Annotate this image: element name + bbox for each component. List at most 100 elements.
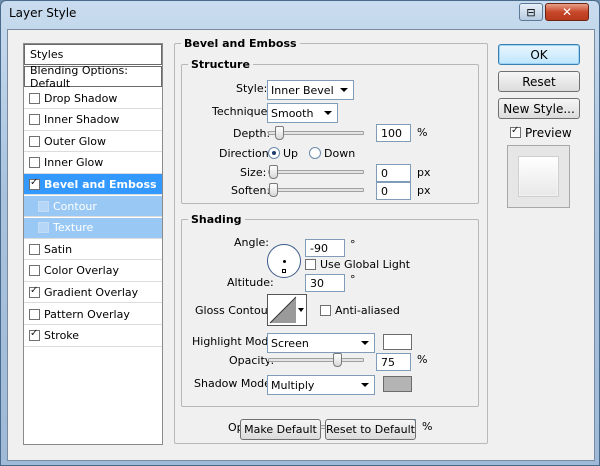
- make-default-button[interactable]: Make Default: [240, 419, 321, 440]
- style-item-texture[interactable]: Texture: [24, 217, 162, 239]
- style-item-checkbox[interactable]: [29, 177, 40, 190]
- style-item-label: Drop Shadow: [44, 91, 118, 105]
- preview-label[interactable]: Preview: [525, 126, 572, 140]
- style-item-checkbox[interactable]: [29, 135, 40, 147]
- style-item-stroke[interactable]: Stroke: [24, 326, 162, 347]
- title-bar[interactable]: Layer Style ⊟ ✕: [1, 1, 599, 25]
- style-item-pattern-overlay[interactable]: Pattern Overlay: [24, 304, 162, 325]
- style-item-checkbox[interactable]: [29, 285, 40, 298]
- style-preview: [507, 145, 570, 208]
- direction-down-label[interactable]: Down: [324, 147, 355, 160]
- style-item-bevel-and-emboss[interactable]: Bevel and Emboss: [24, 174, 162, 196]
- style-item-label: Color Overlay: [44, 264, 119, 278]
- highlight-mode-label: Highlight Mode:: [192, 335, 279, 348]
- angle-label: Angle:: [234, 236, 270, 249]
- styles-header[interactable]: Styles: [24, 44, 162, 65]
- soften-slider[interactable]: [268, 183, 364, 197]
- highlight-opacity-unit: %: [417, 353, 428, 366]
- style-item-checkbox[interactable]: [29, 157, 40, 169]
- style-select[interactable]: Inner Bevel: [267, 80, 354, 100]
- depth-label: Depth:: [233, 127, 271, 140]
- direction-up-radio[interactable]: [268, 147, 280, 159]
- preview-checkbox[interactable]: [510, 125, 521, 138]
- altitude-unit: °: [350, 273, 356, 286]
- style-item-label: Bevel and Emboss: [44, 177, 157, 191]
- chevron-down-icon: [361, 341, 369, 345]
- direction-up-label[interactable]: Up: [283, 147, 298, 160]
- style-select-value: Inner Bevel: [271, 84, 334, 97]
- soften-input[interactable]: 0: [376, 182, 411, 200]
- ok-button[interactable]: OK: [498, 44, 580, 65]
- altitude-value: 30: [310, 277, 324, 290]
- use-global-light-label[interactable]: Use Global Light: [320, 258, 410, 271]
- highlight-opacity-thumb[interactable]: [333, 353, 342, 367]
- help-button[interactable]: ⊟: [519, 3, 543, 21]
- size-slider-thumb[interactable]: [269, 165, 278, 179]
- style-item-checkbox[interactable]: [29, 308, 40, 320]
- depth-unit: %: [417, 126, 428, 139]
- window-title: Layer Style: [9, 6, 77, 20]
- style-item-checkbox[interactable]: [38, 222, 49, 234]
- gloss-contour-picker[interactable]: [267, 294, 307, 326]
- style-item-label: Satin: [44, 242, 73, 256]
- anti-aliased-checkbox[interactable]: [320, 305, 331, 316]
- technique-select[interactable]: Smooth: [267, 103, 338, 123]
- angle-input[interactable]: -90: [305, 239, 345, 257]
- direction-down-radio[interactable]: [309, 147, 321, 159]
- shadow-mode-select[interactable]: Multiply: [267, 375, 375, 395]
- bevel-emboss-title: Bevel and Emboss: [181, 37, 300, 50]
- reset-button[interactable]: Reset: [498, 71, 580, 92]
- size-unit: px: [417, 166, 431, 179]
- style-item-gradient-overlay[interactable]: Gradient Overlay: [24, 282, 162, 304]
- style-item-outer-glow[interactable]: Outer Glow: [24, 131, 162, 153]
- depth-input[interactable]: 100: [376, 124, 411, 142]
- style-item-color-overlay[interactable]: Color Overlay: [24, 261, 162, 282]
- style-item-checkbox[interactable]: [29, 92, 40, 104]
- style-item-label: Stroke: [44, 329, 80, 343]
- bevel-emboss-group: Bevel and Emboss Structure Style: Inner …: [174, 37, 488, 444]
- anti-aliased-label[interactable]: Anti-aliased: [335, 304, 400, 317]
- altitude-input[interactable]: 30: [305, 274, 345, 292]
- highlight-opacity-input[interactable]: 75: [376, 353, 411, 371]
- gloss-contour-label: Gloss Contour:: [195, 304, 276, 317]
- highlight-opacity-slider[interactable]: [268, 353, 364, 367]
- style-item-satin[interactable]: Satin: [24, 239, 162, 261]
- reset-to-default-button[interactable]: Reset to Default: [325, 419, 416, 440]
- highlight-color-swatch[interactable]: [383, 334, 412, 350]
- new-style-button[interactable]: New Style...: [498, 98, 580, 119]
- style-item-checkbox[interactable]: [29, 328, 40, 342]
- use-global-light-checkbox[interactable]: [305, 259, 316, 270]
- depth-slider[interactable]: [268, 126, 364, 140]
- angle-value: -90: [310, 242, 328, 255]
- style-item-checkbox[interactable]: [38, 200, 49, 212]
- help-icon: ⊟: [526, 5, 536, 19]
- style-item-label: Gradient Overlay: [44, 285, 139, 299]
- highlight-mode-select[interactable]: Screen: [267, 333, 375, 353]
- blending-options[interactable]: Blending Options: Default: [24, 64, 162, 90]
- size-value: 0: [381, 167, 388, 180]
- size-input[interactable]: 0: [376, 164, 411, 182]
- technique-select-value: Smooth: [271, 107, 314, 120]
- style-item-inner-glow[interactable]: Inner Glow: [24, 153, 162, 174]
- style-item-contour[interactable]: Contour: [24, 196, 162, 217]
- shadow-opacity-unit: %: [422, 420, 433, 433]
- shadow-color-swatch[interactable]: [383, 376, 412, 392]
- highlight-opacity-value: 75: [381, 356, 395, 369]
- contour-curve-icon: [269, 296, 297, 324]
- style-item-checkbox[interactable]: [29, 114, 40, 126]
- soften-slider-thumb[interactable]: [269, 183, 278, 197]
- chevron-down-icon: [340, 88, 348, 92]
- close-button[interactable]: ✕: [545, 3, 589, 21]
- style-item-label: Pattern Overlay: [44, 307, 130, 321]
- style-item-checkbox[interactable]: [29, 243, 40, 255]
- chevron-down-icon: [298, 308, 304, 312]
- depth-slider-thumb[interactable]: [275, 126, 284, 140]
- angle-dial[interactable]: [267, 244, 301, 278]
- style-item-label: Outer Glow: [44, 134, 107, 148]
- shadow-mode-value: Multiply: [271, 379, 315, 392]
- style-item-inner-shadow[interactable]: Inner Shadow: [24, 110, 162, 131]
- style-item-checkbox[interactable]: [29, 265, 40, 277]
- size-slider[interactable]: [268, 165, 364, 179]
- styles-header-label: Styles: [30, 48, 64, 61]
- style-item-drop-shadow[interactable]: Drop Shadow: [24, 88, 162, 109]
